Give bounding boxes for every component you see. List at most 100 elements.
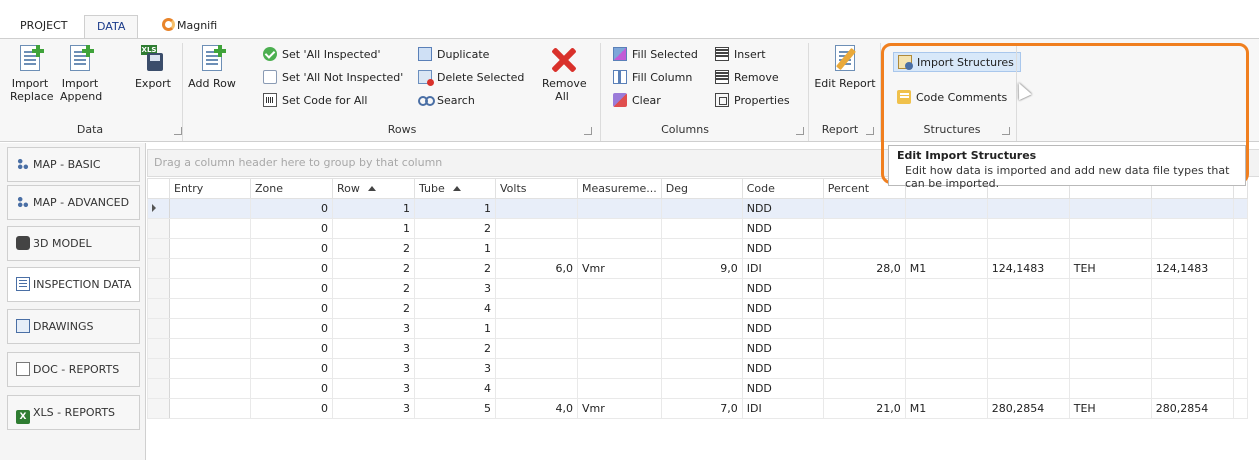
- table-cell[interactable]: 0: [250, 238, 333, 259]
- table-cell[interactable]: Vmr: [577, 398, 662, 419]
- table-cell[interactable]: 1: [332, 218, 415, 239]
- import-append-button[interactable]: Import Append: [60, 45, 102, 103]
- table-cell[interactable]: 2: [414, 258, 496, 279]
- table-cell[interactable]: 280,2854: [1150, 398, 1234, 419]
- table-cell[interactable]: 2: [414, 338, 496, 359]
- edit-report-button[interactable]: Edit Report: [813, 45, 877, 90]
- table-cell[interactable]: [986, 338, 1070, 359]
- table-cell[interactable]: 3: [332, 358, 415, 379]
- table-cell[interactable]: [169, 258, 251, 279]
- table-cell[interactable]: [660, 298, 743, 319]
- row-indicator[interactable]: [147, 298, 170, 319]
- tab-magnifi[interactable]: Magnifi: [150, 15, 229, 38]
- table-cell[interactable]: 2: [332, 278, 415, 299]
- table-cell[interactable]: [169, 398, 251, 419]
- remove-column-button[interactable]: Remove: [715, 68, 779, 88]
- table-cell[interactable]: 4: [414, 298, 496, 319]
- table-row[interactable]: 0 1 2 NDD: [147, 218, 1248, 239]
- table-cell[interactable]: 1: [414, 238, 496, 259]
- table-cell[interactable]: [577, 318, 662, 339]
- table-cell[interactable]: [660, 318, 743, 339]
- nav-3d-model[interactable]: 3D MODEL: [7, 226, 140, 261]
- table-cell[interactable]: [1150, 278, 1234, 299]
- tab-data[interactable]: DATA: [84, 15, 139, 38]
- table-cell[interactable]: M1: [904, 398, 988, 419]
- table-row[interactable]: 0 3 5 4,0 Vmr 7,0 IDI 21,0 M1 280,2854 TEH 280,2854: [147, 398, 1248, 419]
- table-cell[interactable]: [495, 298, 578, 319]
- table-cell[interactable]: [577, 378, 662, 399]
- table-cell[interactable]: [577, 338, 662, 359]
- table-cell[interactable]: NDD: [741, 238, 824, 259]
- table-cell[interactable]: 0: [250, 358, 333, 379]
- table-cell[interactable]: [1068, 358, 1152, 379]
- remove-all-button[interactable]: Remove All: [542, 45, 587, 103]
- table-cell[interactable]: 0: [250, 278, 333, 299]
- table-cell[interactable]: [904, 298, 988, 319]
- clear-button[interactable]: Clear: [613, 91, 661, 111]
- table-cell[interactable]: [822, 298, 906, 319]
- table-cell[interactable]: [1068, 198, 1152, 219]
- fill-column-button[interactable]: Fill Column: [613, 68, 692, 88]
- table-cell[interactable]: 1: [332, 198, 415, 219]
- table-cell[interactable]: [1150, 298, 1234, 319]
- col-header-row[interactable]: Row: [332, 178, 415, 199]
- table-cell[interactable]: 9,0: [660, 258, 743, 279]
- table-cell[interactable]: 3: [332, 398, 415, 419]
- table-cell[interactable]: 0: [250, 398, 333, 419]
- table-cell[interactable]: [1150, 218, 1234, 239]
- table-cell[interactable]: 5: [414, 398, 496, 419]
- table-cell[interactable]: [1150, 238, 1234, 259]
- table-cell[interactable]: 2: [414, 218, 496, 239]
- table-cell[interactable]: [660, 278, 743, 299]
- table-cell[interactable]: 3: [414, 278, 496, 299]
- table-cell[interactable]: 0: [250, 218, 333, 239]
- table-cell[interactable]: [1068, 378, 1152, 399]
- table-cell[interactable]: [169, 198, 251, 219]
- set-code-for-all-button[interactable]: Set Code for All: [263, 91, 367, 111]
- row-indicator[interactable]: [147, 198, 170, 219]
- table-cell[interactable]: [495, 238, 578, 259]
- table-cell[interactable]: 4,0: [495, 398, 578, 419]
- table-cell[interactable]: [986, 318, 1070, 339]
- table-row[interactable]: 0 3 4 NDD: [147, 378, 1248, 399]
- table-cell[interactable]: [495, 338, 578, 359]
- table-cell[interactable]: [822, 238, 906, 259]
- table-cell[interactable]: [660, 198, 743, 219]
- table-cell[interactable]: [169, 378, 251, 399]
- table-cell[interactable]: NDD: [741, 278, 824, 299]
- table-cell[interactable]: [577, 358, 662, 379]
- table-cell[interactable]: [1150, 318, 1234, 339]
- table-cell[interactable]: [822, 358, 906, 379]
- col-header-code[interactable]: Code: [741, 178, 824, 199]
- table-cell[interactable]: [169, 278, 251, 299]
- table-row[interactable]: 0 3 1 NDD: [147, 318, 1248, 339]
- table-row[interactable]: 0 2 2 6,0 Vmr 9,0 IDI 28,0 M1 124,1483 TEH 124,1483: [147, 258, 1248, 279]
- table-cell[interactable]: [986, 378, 1070, 399]
- col-header-deg[interactable]: Deg: [660, 178, 743, 199]
- table-cell[interactable]: [495, 378, 578, 399]
- table-cell[interactable]: [169, 238, 251, 259]
- table-cell[interactable]: 4: [414, 378, 496, 399]
- table-cell[interactable]: 1: [414, 318, 496, 339]
- col-header-entry[interactable]: Entry: [169, 178, 251, 199]
- table-cell[interactable]: [986, 358, 1070, 379]
- table-cell[interactable]: 124,1483: [1150, 258, 1234, 279]
- table-cell[interactable]: [660, 218, 743, 239]
- row-indicator[interactable]: [147, 238, 170, 259]
- table-cell[interactable]: [1068, 218, 1152, 239]
- columns-group-launcher[interactable]: [796, 127, 804, 135]
- table-cell[interactable]: [495, 358, 578, 379]
- table-row[interactable]: 0 2 4 NDD: [147, 298, 1248, 319]
- table-cell[interactable]: M1: [904, 258, 988, 279]
- table-cell[interactable]: 0: [250, 298, 333, 319]
- table-cell[interactable]: TEH: [1068, 258, 1152, 279]
- import-structures-button[interactable]: Import Structures: [893, 52, 1021, 72]
- table-cell[interactable]: NDD: [741, 318, 824, 339]
- tab-project[interactable]: PROJECT: [8, 15, 80, 38]
- table-cell[interactable]: 1: [414, 198, 496, 219]
- table-cell[interactable]: NDD: [741, 298, 824, 319]
- delete-selected-button[interactable]: Delete Selected: [418, 68, 524, 88]
- table-row[interactable]: 0 2 3 NDD: [147, 278, 1248, 299]
- set-all-not-inspected-button[interactable]: Set 'All Not Inspected': [263, 68, 403, 88]
- table-cell[interactable]: [822, 198, 906, 219]
